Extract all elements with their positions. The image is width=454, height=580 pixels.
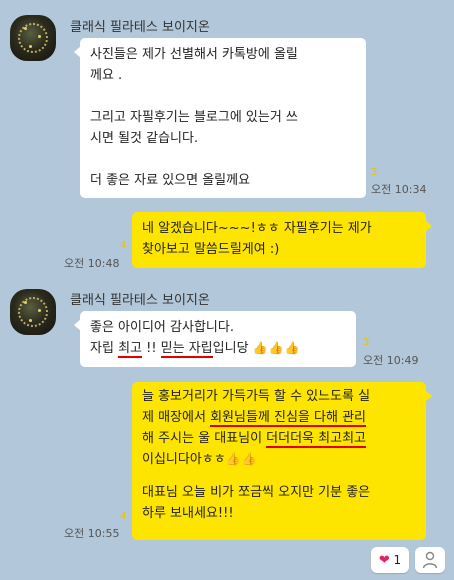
sender-avatar[interactable] — [10, 289, 56, 335]
like-count: 1 — [393, 553, 402, 567]
sender-name: 클래식 필라테스 보이지온 — [70, 293, 210, 308]
unread-count: 3 — [363, 337, 370, 348]
message-time: 오전 10:55 — [64, 527, 120, 540]
message-time: 오전 10:48 — [64, 257, 120, 270]
message-time: 오전 10:49 — [363, 354, 419, 367]
unread-count: 3 — [371, 167, 378, 178]
like-button[interactable]: ❤ 1 — [371, 547, 409, 573]
message-line: 자립 최고 !! 믿는 자립입니당 👍👍👍 — [90, 341, 301, 358]
highlight-underline: 믿는 자립 — [160, 341, 213, 358]
heart-icon: ❤ — [378, 553, 390, 568]
thumbs-up-emoji: 👍👍👍 — [252, 341, 301, 355]
thumbs-up-emoji: 👍👍 — [225, 452, 258, 466]
message-line: 좋은 아이디어 감사합니다. — [90, 320, 234, 335]
profile-button[interactable] — [415, 547, 445, 573]
message-bubble[interactable]: 사진들은 제가 선별해서 카톡방에 올릴 께요 . 그리고 자필후기는 블로그에… — [74, 38, 366, 198]
my-message-bubble[interactable]: 네 알겠습니다~~~!ㅎㅎ 자필후기는 제가 찾아보고 말씀드릴게여 :) — [132, 212, 432, 268]
message-bubble[interactable]: 좋은 아이디어 감사합니다. 자립 최고 !! 믿는 자립입니당 👍👍👍 — [74, 311, 356, 367]
highlight-underline: 더더더욱 최고최고 — [266, 431, 366, 448]
sender-name: 클래식 필라테스 보이지온 — [70, 20, 210, 35]
person-icon — [422, 551, 438, 569]
unread-count: 4 — [120, 240, 127, 251]
unread-count: 4 — [120, 511, 127, 522]
my-message-bubble[interactable]: 늘 홍보거리가 가득가득 할 수 있느도록 실 제 매장에서 회원님들께 진심을… — [132, 382, 432, 540]
highlight-underline: 회원님들께 진심을 다해 관리 — [210, 410, 366, 427]
message-time: 오전 10:34 — [371, 183, 427, 196]
highlight-underline: 최고 — [118, 341, 142, 358]
sender-avatar[interactable] — [10, 15, 56, 61]
